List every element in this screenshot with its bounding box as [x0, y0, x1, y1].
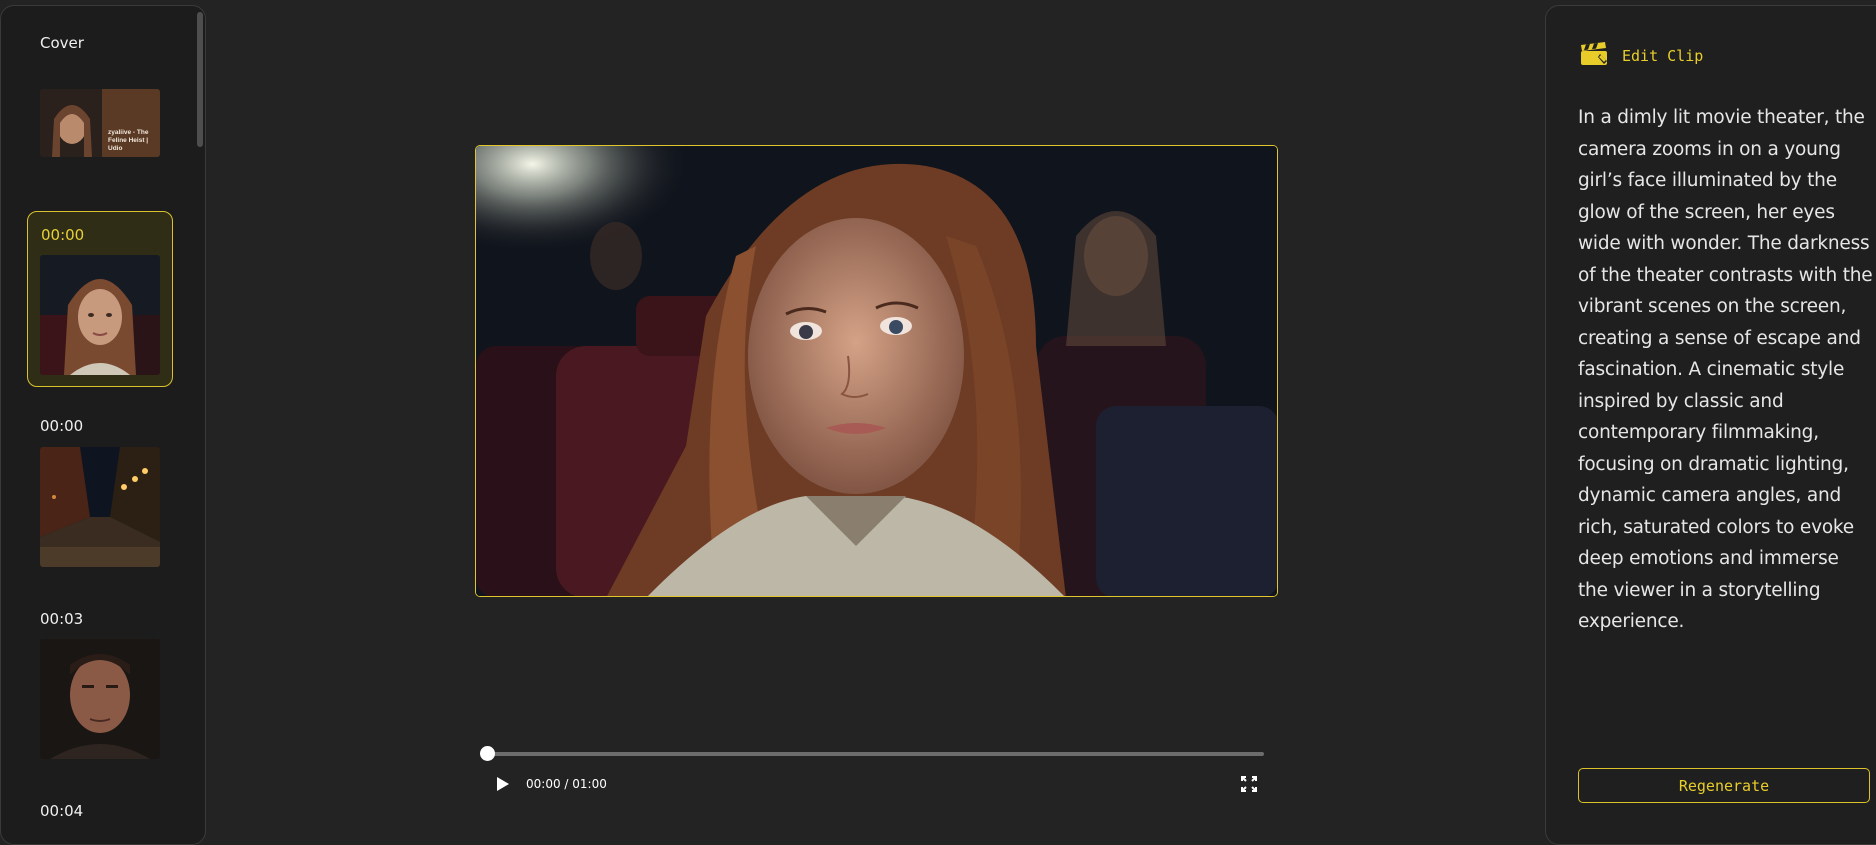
- time-readout: 00:00 / 01:00: [526, 777, 607, 791]
- cover-caption-line3: Udio: [108, 145, 122, 152]
- clip-thumbnail-2[interactable]: [40, 447, 160, 567]
- edit-clip-header: Edit Clip: [1580, 42, 1703, 70]
- edit-clip-title: Edit Clip: [1622, 47, 1704, 65]
- clip-time: 00:04: [40, 802, 84, 820]
- clip-time: 00:03: [40, 610, 84, 628]
- clip-time: 00:00: [40, 417, 84, 435]
- cover-thumbnail[interactable]: zyaliive - The Feline Heist | Udio: [40, 89, 160, 157]
- fullscreen-icon[interactable]: [1240, 775, 1258, 793]
- cover-label: Cover: [40, 34, 84, 52]
- sidebar-scrollbar[interactable]: [197, 12, 203, 147]
- regenerate-button[interactable]: Regenerate: [1578, 768, 1870, 803]
- clapperboard-icon: [1580, 42, 1608, 70]
- video-preview[interactable]: [475, 145, 1278, 597]
- clip-time: 00:00: [41, 226, 85, 244]
- clip-thumbnail-3[interactable]: [40, 639, 160, 759]
- progress-track[interactable]: [487, 752, 1264, 756]
- cover-caption-line2: Feline Heist |: [108, 137, 148, 144]
- clip-prompt-text[interactable]: In a dimly lit movie theater, the camera…: [1578, 102, 1873, 638]
- play-icon[interactable]: [496, 776, 510, 792]
- progress-knob[interactable]: [479, 746, 495, 761]
- clip-thumbnail-1[interactable]: [40, 255, 160, 375]
- cover-caption-line1: zyaliive - The: [108, 129, 149, 136]
